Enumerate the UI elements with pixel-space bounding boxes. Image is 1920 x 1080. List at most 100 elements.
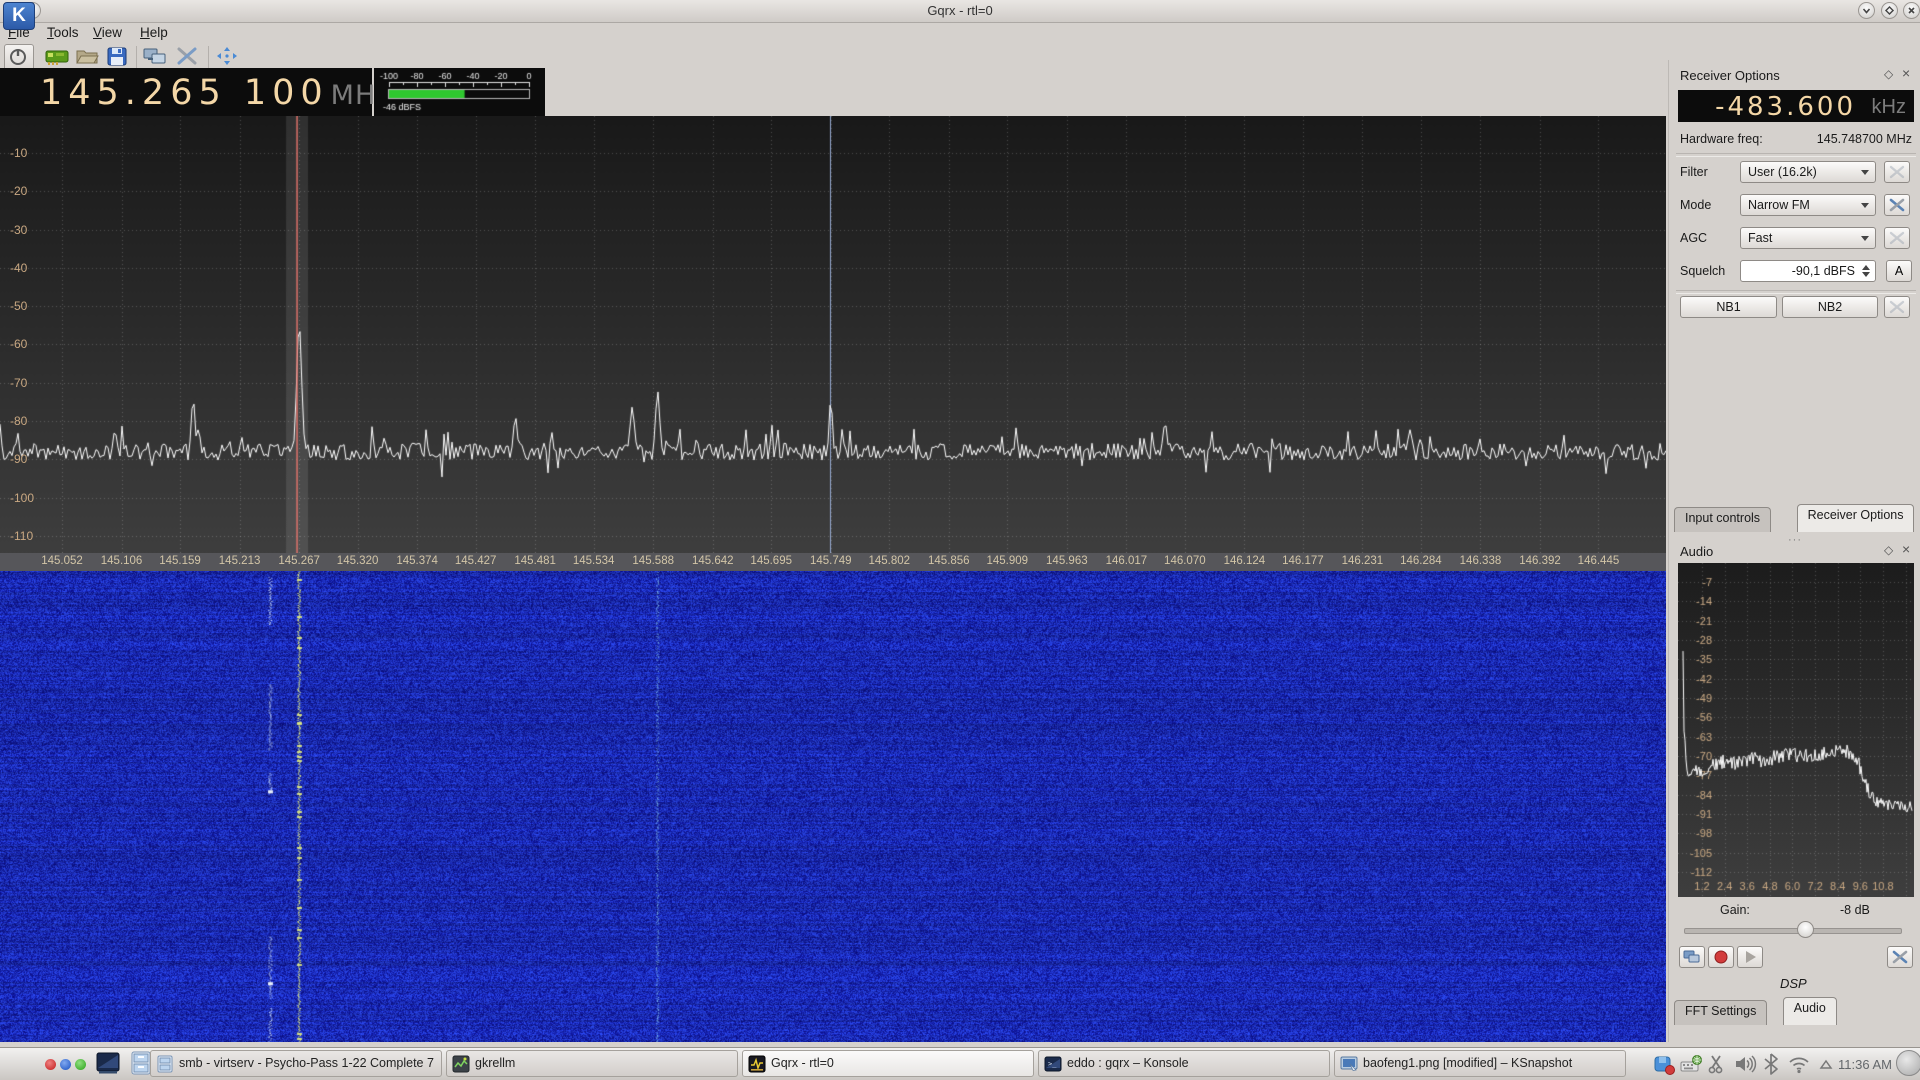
frequency-axis-label: 146.338: [1460, 555, 1502, 567]
db-axis-label: -30: [10, 223, 27, 237]
task-button-1[interactable]: smb - virtserv - Psycho-Pass 1-22 Comple…: [150, 1050, 442, 1077]
agc-combo[interactable]: Fast: [1740, 227, 1876, 249]
desktop-pager-icon[interactable]: [1896, 1050, 1920, 1076]
waterfall-plot[interactable]: [0, 571, 1666, 1042]
nb2-button[interactable]: NB2: [1782, 296, 1878, 318]
open-folder-icon[interactable]: [74, 44, 102, 70]
frequency-axis-label: 145.481: [514, 555, 556, 567]
dock-tab-audio[interactable]: Audio: [1783, 997, 1837, 1025]
divider: [1676, 153, 1916, 157]
dsp-label: DSP: [1780, 976, 1807, 991]
remote-computers-icon[interactable]: [142, 44, 170, 70]
nb1-button[interactable]: NB1: [1680, 296, 1777, 318]
minimize-button[interactable]: [1858, 2, 1875, 19]
db-axis-label: -90: [10, 452, 27, 466]
menu-view[interactable]: View: [93, 25, 122, 40]
squelch-spinbox[interactable]: -90,1 dBFS: [1740, 260, 1876, 282]
spin-down-icon[interactable]: [1862, 272, 1870, 277]
frequency-axis-label: 145.159: [159, 555, 201, 567]
frequency-axis-label: 145.749: [810, 555, 852, 567]
dock-tabbar-bottom: FFT Settings Audio: [1672, 1000, 1920, 1025]
menu-help[interactable]: Help: [140, 25, 168, 40]
spin-up-icon[interactable]: [1862, 265, 1870, 270]
audio-fft-plot[interactable]: [1678, 563, 1914, 897]
filter-shape-button[interactable]: [1884, 161, 1910, 183]
audio-play-button[interactable]: [1737, 946, 1763, 968]
volume-icon[interactable]: [1733, 1052, 1757, 1076]
audio-title: Audio: [1680, 544, 1713, 559]
gkrellm-icon: [452, 1055, 470, 1073]
frequency-axis-label: 146.017: [1106, 555, 1148, 567]
tuner-card-icon[interactable]: [44, 44, 72, 70]
quicklaunch-red-dot-icon[interactable]: [45, 1059, 56, 1070]
menubar: FileToolsViewHelp: [0, 22, 1920, 44]
quicklaunch-green-dot-icon[interactable]: [75, 1059, 86, 1070]
task-label: gkrellm: [475, 1056, 515, 1070]
filter-combo[interactable]: User (16.2k): [1740, 161, 1876, 183]
agc-options-button[interactable]: [1884, 227, 1910, 249]
dock-float-icon[interactable]: ◇: [1884, 544, 1893, 556]
mode-options-button[interactable]: [1884, 194, 1910, 216]
dock-close-icon[interactable]: ×: [1902, 543, 1910, 555]
toolbar: [0, 44, 1920, 68]
dock-float-icon[interactable]: ◇: [1884, 68, 1893, 80]
spectrum-plot[interactable]: -10-20-30-40-50-60-70-80-90-100-110: [0, 116, 1666, 553]
maximize-button[interactable]: [1881, 2, 1898, 19]
window-titlebar[interactable]: Gqrx - rtl=0: [0, 0, 1920, 23]
offset-frequency-digits[interactable]: -483.600: [1715, 92, 1856, 122]
splitter-handle[interactable]: ···: [1788, 534, 1802, 546]
divider: [1676, 290, 1916, 294]
audio-stream-button[interactable]: [1679, 946, 1705, 968]
tools-icon[interactable]: [174, 44, 202, 70]
klipper-scissors-icon[interactable]: [1706, 1052, 1730, 1076]
dock-close-icon[interactable]: ×: [1902, 67, 1910, 79]
gain-slider-handle[interactable]: [1797, 921, 1814, 938]
gain-value: -8 dB: [1840, 903, 1870, 917]
task-button-3[interactable]: Gqrx - rtl=0: [742, 1050, 1034, 1077]
auto-squelch-button[interactable]: A: [1886, 260, 1912, 282]
package-updates-icon[interactable]: [1652, 1052, 1676, 1076]
pan-move-icon[interactable]: [214, 44, 242, 70]
bluetooth-icon[interactable]: [1760, 1052, 1784, 1076]
hardware-freq-value: 145.748700 MHz: [1817, 132, 1912, 146]
offset-frequency-unit: kHz: [1872, 96, 1906, 119]
keyboard-layout-icon[interactable]: [1679, 1052, 1703, 1076]
nb-options-button[interactable]: [1884, 296, 1910, 318]
frequency-axis-label: 145.427: [455, 555, 497, 567]
toolbar-separator: [136, 46, 137, 68]
mode-combo[interactable]: Narrow FM: [1740, 194, 1876, 216]
frequency-axis-label: 145.213: [219, 555, 261, 567]
frequency-axis[interactable]: 145.052145.106145.159145.213145.267145.3…: [0, 553, 1666, 571]
gain-slider-groove[interactable]: [1684, 928, 1902, 934]
frequency-axis-label: 145.534: [573, 555, 615, 567]
frequency-digits[interactable]: 145.265 100: [40, 73, 329, 113]
menu-tools[interactable]: Tools: [47, 25, 79, 40]
save-floppy-icon[interactable]: [104, 44, 132, 70]
frequency-axis-label: 146.177: [1282, 555, 1324, 567]
kde-menu-button[interactable]: K: [3, 2, 35, 30]
panel-splitter[interactable]: [1668, 60, 1669, 1042]
frequency-axis-label: 145.320: [337, 555, 379, 567]
task-button-4[interactable]: >_eddo : gqrx – Konsole: [1038, 1050, 1330, 1077]
task-button-5[interactable]: baofeng1.png [modified] – KSnapshot: [1334, 1050, 1626, 1077]
dock-tabbar-top: Input controls Receiver Options: [1672, 507, 1920, 532]
task-button-2[interactable]: gkrellm: [446, 1050, 738, 1077]
taskbar-clock[interactable]: 11:36 AM: [1838, 1057, 1892, 1072]
audio-record-button[interactable]: [1708, 946, 1734, 968]
konsole-icon[interactable]: [95, 1050, 121, 1076]
quicklaunch-blue-dot-icon[interactable]: [60, 1059, 71, 1070]
dock-tab-receiver-options[interactable]: Receiver Options: [1797, 504, 1915, 532]
offset-frequency-display[interactable]: -483.600 kHz: [1678, 90, 1914, 122]
task-label: baofeng1.png [modified] – KSnapshot: [1363, 1056, 1572, 1070]
wireless-network-icon[interactable]: [1787, 1052, 1811, 1076]
dock-tab-input-controls[interactable]: Input controls: [1674, 507, 1771, 532]
signal-meter-canvas: [379, 70, 539, 114]
task-label: Gqrx - rtl=0: [771, 1056, 834, 1070]
close-button[interactable]: [1903, 2, 1920, 19]
dock-tab-fft-settings[interactable]: FFT Settings: [1674, 1000, 1767, 1025]
audio-options-button[interactable]: [1887, 946, 1913, 968]
frequency-display[interactable]: 145.265 100MHz: [0, 68, 372, 116]
tray-expander-icon[interactable]: [1814, 1052, 1838, 1076]
spectrum-canvas[interactable]: [0, 116, 1666, 553]
db-axis-label: -80: [10, 414, 27, 428]
